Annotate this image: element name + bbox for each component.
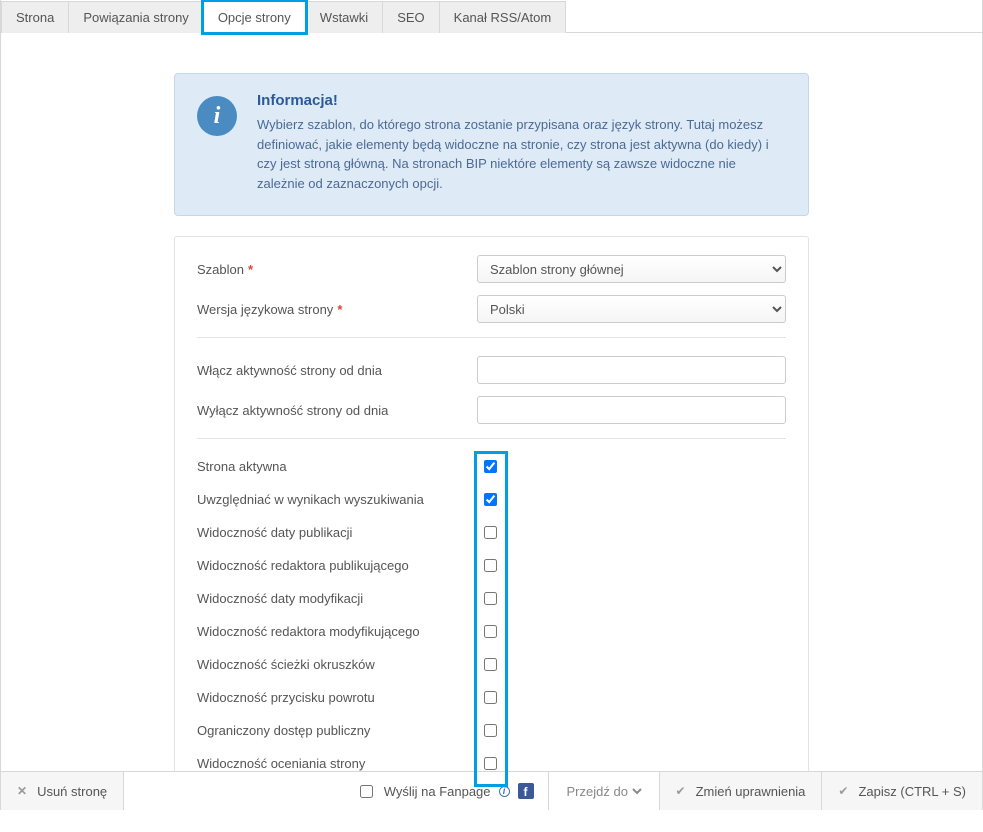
tab-powiazania[interactable]: Powiązania strony — [68, 1, 204, 33]
goto-select[interactable]: Przejdź do — [563, 783, 645, 800]
change-perms-label: Zmień uprawnienia — [696, 784, 806, 799]
panel: i Informacja! Wybierz szablon, do któreg… — [174, 73, 809, 802]
info-box: i Informacja! Wybierz szablon, do któreg… — [174, 73, 809, 216]
select-lang[interactable]: Polski — [477, 295, 786, 323]
info-icon[interactable]: i — [499, 786, 510, 797]
content-area: i Informacja! Wybierz szablon, do któreg… — [1, 33, 982, 832]
cb-row-3: Widoczność redaktora publikującego — [197, 556, 786, 575]
cb-cell — [477, 523, 503, 542]
cb-8[interactable] — [484, 724, 497, 737]
fanpage-checkbox[interactable] — [360, 785, 373, 798]
info-icon: i — [197, 96, 237, 136]
cb-row-1: Uwzględniać w wynikach wyszukiwania — [197, 490, 786, 509]
facebook-icon: f — [518, 783, 534, 799]
cb-row-6: Widoczność ścieżki okruszków — [197, 655, 786, 674]
cb-row-2: Widoczność daty publikacji — [197, 523, 786, 542]
tab-wstawki[interactable]: Wstawki — [305, 1, 383, 33]
info-title: Informacja! — [257, 92, 786, 109]
info-body: Informacja! Wybierz szablon, do którego … — [257, 92, 786, 193]
cb-label-2: Widoczność daty publikacji — [197, 525, 477, 540]
cb-cell — [477, 721, 503, 740]
change-perms-button[interactable]: ✔ Zmień uprawnienia — [660, 772, 823, 810]
save-label: Zapisz (CTRL + S) — [858, 784, 966, 799]
cb-label-0: Strona aktywna — [197, 459, 477, 474]
cb-label-3: Widoczność redaktora publikującego — [197, 558, 477, 573]
cb-label-1: Uwzględniać w wynikach wyszukiwania — [197, 492, 477, 507]
cb-label-9: Widoczność oceniania strony — [197, 756, 477, 771]
footer-spacer — [124, 772, 342, 810]
cb-2[interactable] — [484, 526, 497, 539]
cb-row-5: Widoczność redaktora modyfikującego — [197, 622, 786, 641]
delete-page-label: Usuń stronę — [37, 784, 107, 799]
info-text: Wybierz szablon, do którego strona zosta… — [257, 115, 786, 193]
cb-cell — [477, 655, 503, 674]
cb-label-4: Widoczność daty modyfikacji — [197, 591, 477, 606]
delete-page-button[interactable]: ✕ Usuń stronę — [1, 772, 124, 810]
label-lang: Wersja językowa strony* — [197, 302, 477, 317]
cb-6[interactable] — [484, 658, 497, 671]
cb-row-4: Widoczność daty modyfikacji — [197, 589, 786, 608]
cb-row-7: Widoczność przycisku powrotu — [197, 688, 786, 707]
cb-7[interactable] — [484, 691, 497, 704]
input-activate-from[interactable] — [477, 356, 786, 384]
label-deactivate-from: Wyłącz aktywność strony od dnia — [197, 403, 477, 418]
cb-row-0: Strona aktywna — [197, 457, 786, 476]
cb-3[interactable] — [484, 559, 497, 572]
form-box: Szablon* Szablon strony głównej Wersja j… — [174, 236, 809, 802]
row-template: Szablon* Szablon strony głównej — [197, 255, 786, 283]
row-lang: Wersja językowa strony* Polski — [197, 295, 786, 323]
cb-label-5: Widoczność redaktora modyfikującego — [197, 624, 477, 639]
tab-rss[interactable]: Kanał RSS/Atom — [439, 1, 567, 33]
tab-strona[interactable]: Strona — [1, 1, 69, 33]
save-button[interactable]: ✔ Zapisz (CTRL + S) — [822, 772, 982, 810]
footer-bar: ✕ Usuń stronę Wyślij na Fanpage i f Prze… — [1, 771, 982, 810]
page-root: Strona Powiązania strony Opcje strony Ws… — [0, 0, 983, 810]
cb-9[interactable] — [484, 757, 497, 770]
check-icon: ✔ — [838, 784, 848, 798]
cb-label-6: Widoczność ścieżki okruszków — [197, 657, 477, 672]
select-template[interactable]: Szablon strony głównej — [477, 255, 786, 283]
cb-1[interactable] — [484, 493, 497, 506]
divider-1 — [197, 337, 786, 338]
check-icon: ✔ — [676, 784, 686, 798]
input-deactivate-from[interactable] — [477, 396, 786, 424]
cb-row-8: Ograniczony dostęp publiczny — [197, 721, 786, 740]
fanpage-label: Wyślij na Fanpage — [384, 784, 491, 799]
label-template: Szablon* — [197, 262, 477, 277]
row-deactivate-from: Wyłącz aktywność strony od dnia — [197, 396, 786, 424]
cb-4[interactable] — [484, 592, 497, 605]
cb-label-8: Ograniczony dostęp publiczny — [197, 723, 477, 738]
cb-cell — [477, 589, 503, 608]
divider-2 — [197, 438, 786, 439]
row-activate-from: Włącz aktywność strony od dnia — [197, 356, 786, 384]
label-activate-from: Włącz aktywność strony od dnia — [197, 363, 477, 378]
cb-cell — [477, 622, 503, 641]
cb-cell — [477, 688, 503, 707]
close-icon: ✕ — [17, 784, 27, 798]
cb-0[interactable] — [484, 460, 497, 473]
cb-5[interactable] — [484, 625, 497, 638]
tab-seo[interactable]: SEO — [382, 1, 439, 33]
cb-highlight-region — [477, 457, 503, 476]
goto-group[interactable]: Przejdź do — [549, 772, 660, 810]
cb-cell — [477, 490, 503, 509]
cb-cell — [477, 556, 503, 575]
tabs-bar: Strona Powiązania strony Opcje strony Ws… — [1, 0, 982, 33]
fanpage-group: Wyślij na Fanpage i f — [342, 772, 549, 810]
cb-label-7: Widoczność przycisku powrotu — [197, 690, 477, 705]
tab-opcje-strony[interactable]: Opcje strony — [203, 1, 306, 33]
